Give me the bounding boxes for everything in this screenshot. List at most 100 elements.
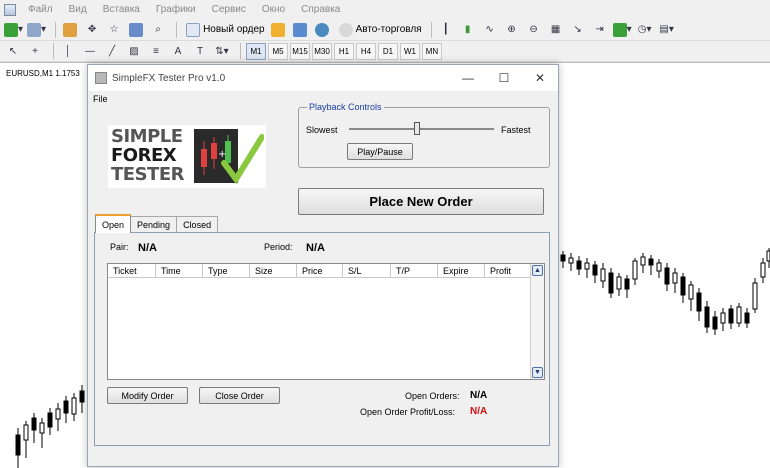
tab-pending[interactable]: Pending — [130, 216, 178, 233]
pair-label: Pair: — [110, 242, 129, 252]
window-titlebar[interactable]: SimpleFX Tester Pro v1.0 — ☐ ✕ — [88, 65, 558, 91]
timeframe-mn[interactable]: MN — [422, 42, 442, 60]
orders-table[interactable]: Ticket Time Type Size Price S/L T/P Expi… — [107, 263, 545, 380]
meta-editor-icon[interactable] — [269, 21, 287, 39]
window-title: SimpleFX Tester Pro v1.0 — [112, 72, 226, 84]
channel-icon[interactable]: ▨ — [125, 42, 143, 60]
zoom-out-icon[interactable]: ⊖ — [525, 21, 543, 39]
candlestick-icon[interactable]: ▮ — [459, 21, 477, 39]
arrows-icon[interactable]: ⇅▾ — [213, 42, 231, 60]
new-chart-icon[interactable]: ▾ — [4, 21, 23, 39]
open-orders-panel: Pair: N/A Period: N/A Ticket Time Type S… — [94, 232, 550, 446]
timeframe-h1[interactable]: H1 — [334, 42, 354, 60]
zoom-in-icon[interactable]: ⊕ — [503, 21, 521, 39]
timeframe-m15[interactable]: M15 — [290, 42, 310, 60]
maximize-button[interactable]: ☐ — [486, 65, 522, 91]
simple-forex-tester-logo: SIMPLE FOREX TESTER + — [108, 125, 266, 188]
templates-icon[interactable]: ▤▾ — [658, 21, 676, 39]
orders-table-scrollbar[interactable]: ▲ ▼ — [530, 264, 544, 379]
column-sl[interactable]: S/L — [343, 264, 391, 278]
market-watch-icon[interactable] — [61, 21, 79, 39]
fastest-label: Fastest — [501, 125, 531, 135]
menu-help[interactable]: Справка — [293, 4, 348, 15]
timeframe-m5[interactable]: M5 — [268, 42, 288, 60]
orders-tabs: Open Pending Closed — [95, 214, 219, 233]
new-order-button[interactable]: Новый ордер — [182, 22, 269, 37]
column-time[interactable]: Time — [156, 264, 203, 278]
text-icon[interactable]: A — [169, 42, 187, 60]
cursor-icon[interactable]: ↖ — [4, 42, 22, 60]
profiles-icon[interactable]: ▾ — [27, 21, 46, 39]
indicators-icon[interactable]: ▾ — [612, 21, 632, 39]
timeframe-m1[interactable]: M1 — [246, 42, 266, 60]
modify-order-button[interactable]: Modify Order — [107, 387, 188, 404]
market-icon[interactable] — [313, 21, 331, 39]
menu-bar: Файл Вид Вставка Графики Сервис Окно Спр… — [0, 0, 770, 19]
column-type[interactable]: Type — [203, 264, 250, 278]
profit-loss-value: N/A — [470, 406, 488, 417]
profit-loss-label: Open Order Profit/Loss: — [360, 407, 456, 417]
vertical-line-icon[interactable]: │ — [59, 42, 77, 60]
tile-windows-icon[interactable]: ▦ — [547, 21, 565, 39]
pair-value: N/A — [138, 242, 157, 254]
playback-controls-legend: Playback Controls — [307, 102, 384, 112]
timeframe-d1[interactable]: D1 — [378, 42, 398, 60]
app-icon — [4, 3, 16, 16]
tab-closed[interactable]: Closed — [176, 216, 219, 233]
period-label: Period: — [264, 242, 293, 252]
column-ticket[interactable]: Ticket — [108, 264, 156, 278]
logo-candles-icon: + — [194, 129, 264, 185]
open-orders-value: N/A — [470, 390, 488, 401]
timeframe-m30[interactable]: M30 — [312, 42, 332, 60]
menu-insert[interactable]: Вставка — [95, 4, 148, 15]
speed-slider-thumb[interactable] — [414, 122, 421, 135]
standard-toolbar: ▾ ▾ ✥ ☆ ⌕ Новый ордер Авто-торговля ┃ ▮ … — [0, 19, 770, 41]
scroll-up-icon[interactable]: ▲ — [532, 265, 543, 276]
menu-file[interactable]: Файл — [20, 4, 61, 15]
fibonacci-icon[interactable]: ≡ — [147, 42, 165, 60]
menu-tools[interactable]: Сервис — [204, 4, 254, 15]
autotrading-button[interactable]: Авто-торговля — [335, 22, 426, 37]
period-value: N/A — [306, 242, 325, 254]
slowest-label: Slowest — [306, 125, 338, 135]
data-window-icon[interactable]: ✥ — [83, 21, 101, 39]
crosshair-icon[interactable]: + — [26, 42, 44, 60]
terminal-icon[interactable] — [127, 21, 145, 39]
place-new-order-button[interactable]: Place New Order — [298, 188, 544, 215]
close-window-button[interactable]: ✕ — [522, 65, 558, 91]
column-expire[interactable]: Expire — [438, 264, 485, 278]
play-pause-button[interactable]: Play/Pause — [347, 143, 413, 160]
periods-icon[interactable]: ◷▾ — [636, 21, 654, 39]
column-profit[interactable]: Profit — [485, 264, 531, 278]
bar-chart-icon[interactable]: ┃ — [437, 21, 455, 39]
tester-icon[interactable]: ⌕ — [149, 21, 167, 39]
close-order-button[interactable]: Close Order — [199, 387, 280, 404]
navigator-icon[interactable]: ☆ — [105, 21, 123, 39]
autotrading-icon — [338, 22, 353, 37]
menu-view[interactable]: Вид — [61, 4, 95, 15]
signals-icon[interactable] — [291, 21, 309, 39]
horizontal-line-icon[interactable]: — — [81, 42, 99, 60]
speed-slider-track[interactable] — [349, 128, 494, 130]
simplefx-tester-window: SimpleFX Tester Pro v1.0 — ☐ ✕ File SIMP… — [87, 64, 559, 467]
line-chart-icon[interactable]: ∿ — [481, 21, 499, 39]
timeframe-h4[interactable]: H4 — [356, 42, 376, 60]
window-icon — [95, 72, 107, 84]
chart-shift-icon[interactable]: ⇥ — [591, 21, 609, 39]
new-order-icon — [186, 22, 201, 37]
scroll-down-icon[interactable]: ▼ — [532, 367, 543, 378]
timeframe-w1[interactable]: W1 — [400, 42, 420, 60]
minimize-button[interactable]: — — [450, 65, 486, 91]
column-size[interactable]: Size — [250, 264, 297, 278]
trendline-icon[interactable]: ╱ — [103, 42, 121, 60]
column-tp[interactable]: T/P — [391, 264, 438, 278]
orders-table-header: Ticket Time Type Size Price S/L T/P Expi… — [108, 264, 531, 278]
file-menu[interactable]: File — [93, 94, 108, 104]
menu-charts[interactable]: Графики — [148, 4, 204, 15]
menu-window[interactable]: Окно — [254, 4, 293, 15]
autoscroll-icon[interactable]: ↘ — [569, 21, 587, 39]
drawing-toolbar: ↖ + │ — ╱ ▨ ≡ A T ⇅▾ M1 M5 M15 M30 H1 H4… — [0, 41, 770, 62]
tab-open[interactable]: Open — [95, 214, 132, 233]
text-label-icon[interactable]: T — [191, 42, 209, 60]
column-price[interactable]: Price — [297, 264, 343, 278]
